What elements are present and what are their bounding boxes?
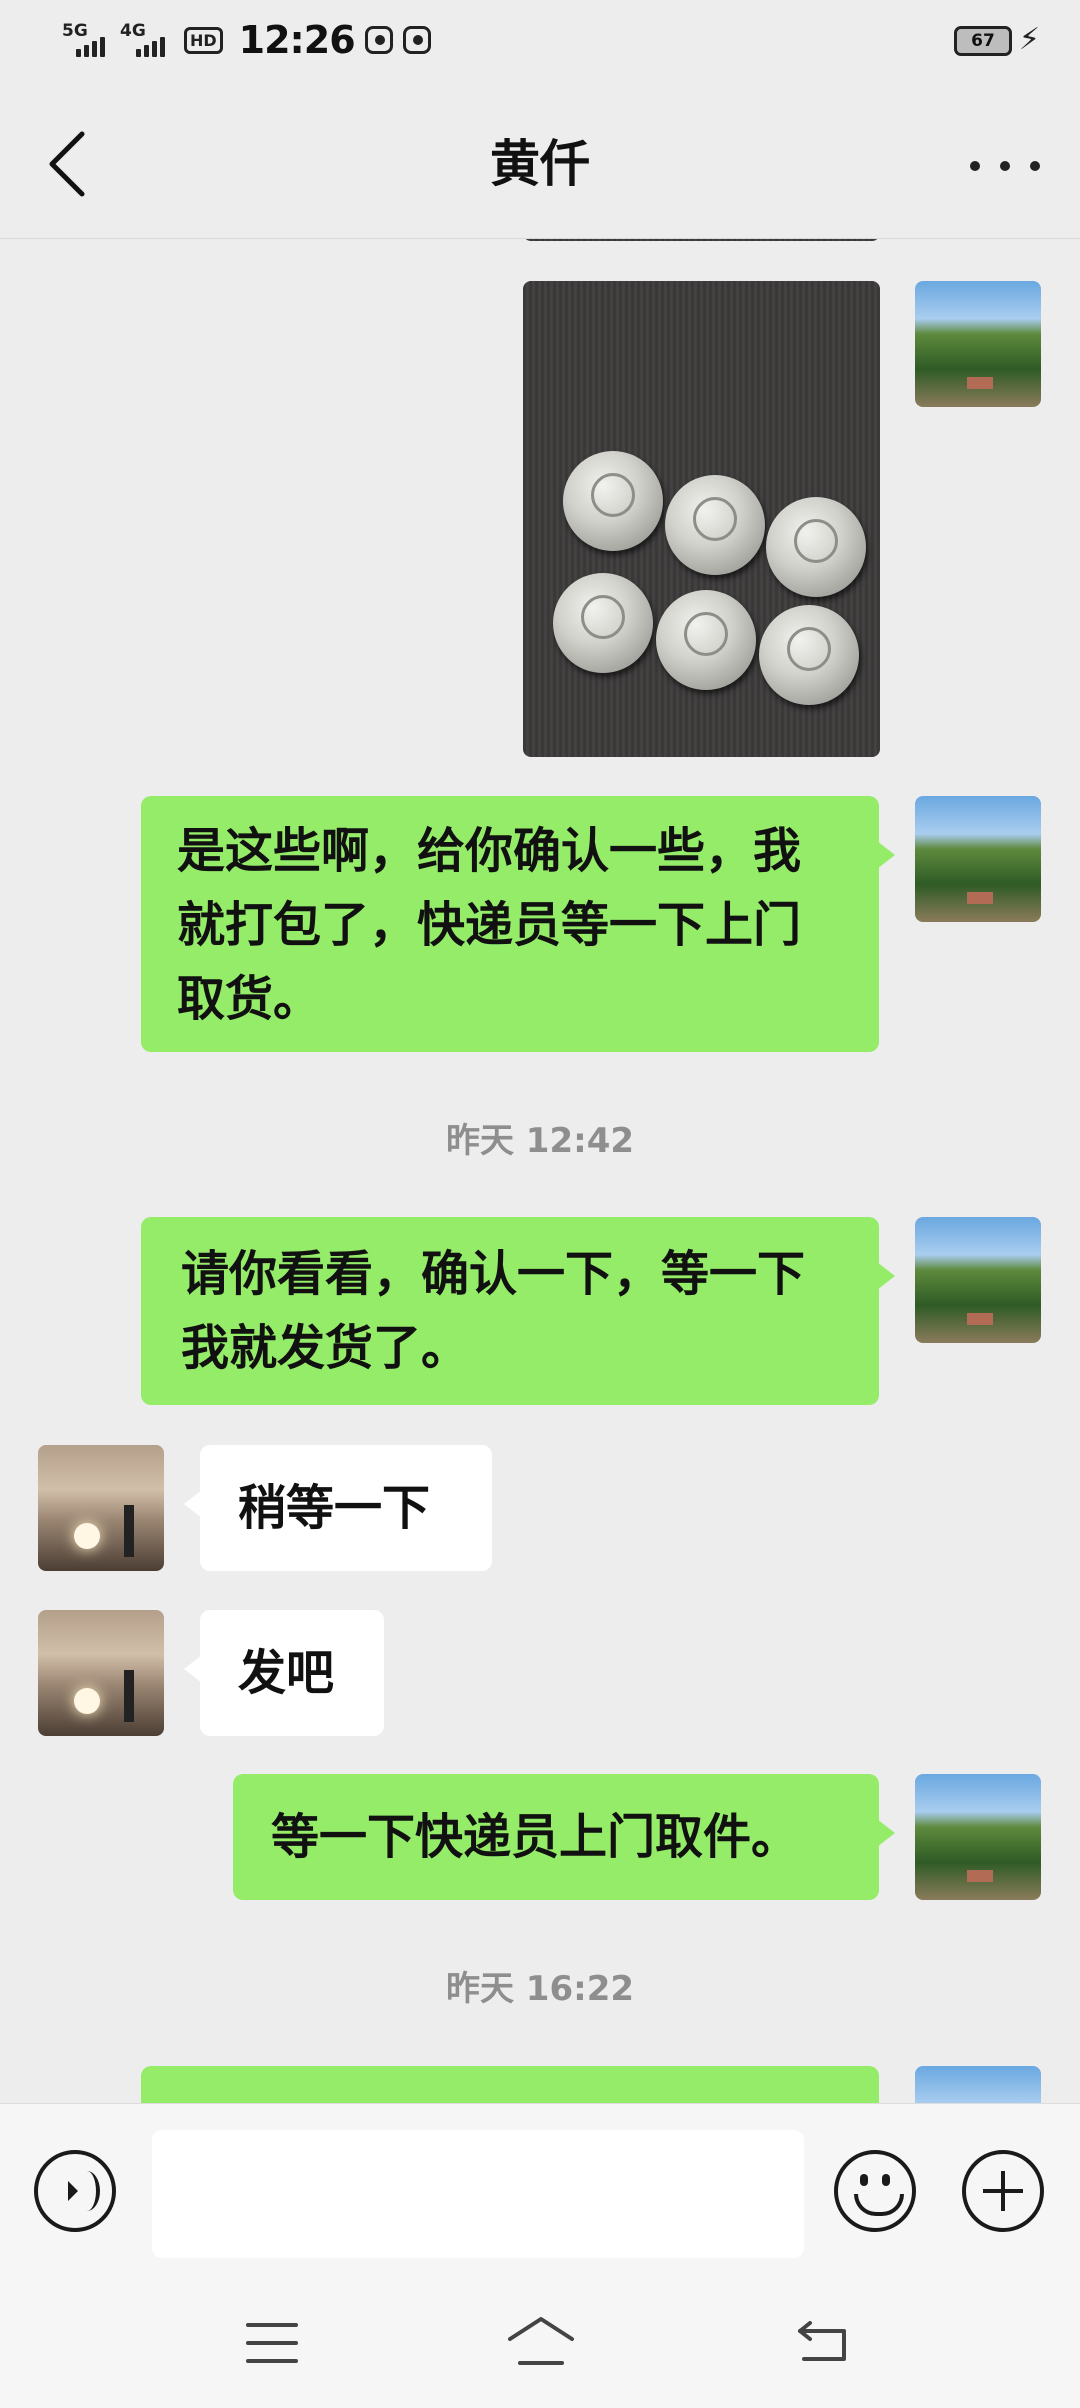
- coin-image: [766, 497, 866, 597]
- avatar-me[interactable]: [915, 2066, 1041, 2103]
- message-text: 请你看看，确认一下，等一下我就发货了。: [181, 1246, 806, 1376]
- coin-image: [553, 573, 653, 673]
- avatar-me[interactable]: [915, 796, 1041, 922]
- coin-image: [563, 451, 663, 551]
- status-bar: 5G 4G HD 12:26 67 ⚡: [0, 0, 1080, 84]
- more-icon: [970, 161, 980, 171]
- message-text: 稍等一下: [238, 1480, 431, 1536]
- video-icon: [402, 26, 431, 54]
- input-bar: [0, 2103, 1080, 2286]
- plus-icon[interactable]: [962, 2150, 1044, 2232]
- message-bubble-sent[interactable]: 请你看看，确认一下，等一下我就发货了。: [141, 1217, 895, 1405]
- message-text: 等一下快递员上门取件。: [271, 1809, 800, 1865]
- message-bubble-sent[interactable]: 是这些啊，给你确认一些，我就打包了，快递员等一下上门取货。: [141, 796, 895, 1052]
- clock: 12:26: [238, 18, 356, 62]
- page-title: 黄仟: [490, 135, 590, 193]
- chat-list[interactable]: 是这些啊，给你确认一些，我就打包了，快递员等一下上门取货。 昨天 12:42 请…: [0, 239, 1080, 2103]
- coin-image: [759, 605, 859, 705]
- message-text: 发吧: [238, 1645, 335, 1701]
- voice-icon[interactable]: [34, 2150, 116, 2232]
- coin-image: [665, 475, 765, 575]
- image-message-coins[interactable]: [523, 281, 880, 757]
- message-text: 是这些啊，给你确认一些，我就打包了，快递员等一下上门取货。: [177, 823, 802, 1027]
- status-left: 5G 4G HD 12:26: [62, 18, 431, 62]
- timestamp: 昨天 16:22: [445, 1969, 635, 2009]
- system-nav-bar: [0, 2285, 1080, 2408]
- app-icon-a: [364, 26, 393, 54]
- hd-badge: HD: [184, 26, 223, 54]
- avatar-contact[interactable]: [38, 1610, 164, 1736]
- message-input[interactable]: [152, 2130, 804, 2258]
- avatar-me[interactable]: [915, 1217, 1041, 1343]
- back-icon[interactable]: [796, 2319, 850, 2363]
- menu-icon[interactable]: [246, 2323, 298, 2363]
- signal-5g-label: 5G: [62, 21, 88, 41]
- coin-image: [656, 590, 756, 690]
- signal-4g-icon: 4G: [120, 21, 174, 57]
- more-button[interactable]: [970, 136, 1040, 196]
- signal-4g-label: 4G: [120, 21, 146, 41]
- message-bubble-received[interactable]: 稍等一下: [184, 1445, 492, 1571]
- avatar-me[interactable]: [915, 281, 1041, 407]
- avatar-contact[interactable]: [38, 1445, 164, 1571]
- timestamp: 昨天 12:42: [445, 1121, 635, 1161]
- signal-5g-icon: 5G: [62, 21, 110, 57]
- avatar-me[interactable]: [915, 1774, 1041, 1900]
- home-icon[interactable]: [506, 2313, 576, 2369]
- message-bubble-received[interactable]: 发吧: [184, 1610, 384, 1736]
- charging-icon: ⚡: [1018, 22, 1040, 57]
- emoji-icon[interactable]: [834, 2150, 916, 2232]
- chat-header: 黄仟: [0, 84, 1080, 238]
- message-bubble-sent-partial[interactable]: [141, 2066, 879, 2103]
- image-message-partial[interactable]: [523, 239, 880, 241]
- battery-icon: 67: [954, 26, 1012, 56]
- battery-level: 67: [971, 31, 995, 51]
- message-bubble-sent[interactable]: 等一下快递员上门取件。: [233, 1774, 895, 1900]
